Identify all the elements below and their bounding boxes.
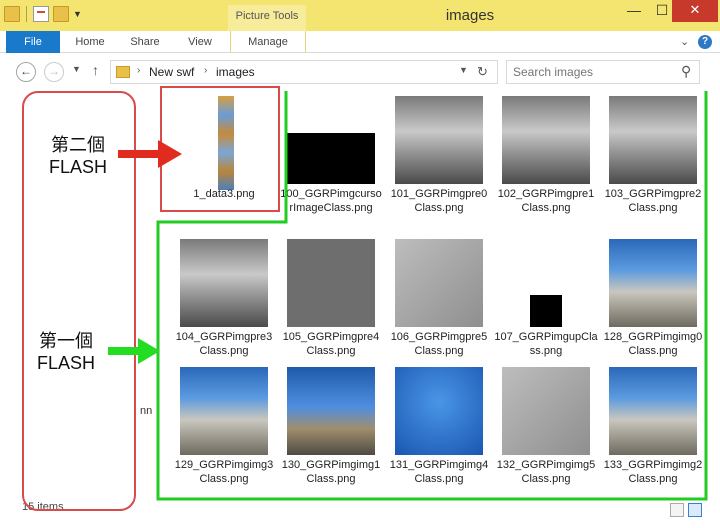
- breadcrumb-new-swf[interactable]: New swf: [149, 65, 194, 79]
- second-flash-label: 第二個 FLASH: [38, 131, 118, 178]
- refresh-icon[interactable]: ↻: [477, 64, 488, 80]
- title-bar: ▼ Picture Tools images — ☐ ✕: [0, 0, 720, 31]
- quick-access-toolbar: ▼: [4, 6, 82, 22]
- help-icon[interactable]: ?: [698, 35, 712, 49]
- large-icons-view-icon[interactable]: [688, 503, 702, 517]
- first-flash-label-line2: FLASH: [36, 353, 96, 373]
- second-flash-label-line1: 第二個: [51, 135, 105, 155]
- folder-icon: [116, 66, 130, 78]
- breadcrumb-separator[interactable]: ›: [137, 65, 140, 76]
- forward-arrow-icon[interactable]: →: [44, 62, 64, 82]
- properties-icon[interactable]: [33, 6, 49, 22]
- close-button[interactable]: ✕: [672, 0, 718, 22]
- tab-manage[interactable]: Manage: [230, 31, 306, 53]
- second-flash-label-line2: FLASH: [48, 157, 108, 177]
- address-bar[interactable]: › New swf › images ▼ ↻: [110, 60, 498, 84]
- expand-ribbon-icon[interactable]: ⌄: [680, 35, 689, 48]
- address-dropdown-icon[interactable]: ▼: [459, 65, 468, 75]
- green-arrow-icon: [108, 338, 160, 364]
- context-tab-group-label: Picture Tools: [228, 5, 306, 31]
- breadcrumb-images[interactable]: images: [216, 65, 255, 79]
- file-view: 1_data3.png 100_GGRPimgcursorImageClass.…: [0, 86, 720, 528]
- tab-file[interactable]: File: [6, 31, 60, 53]
- search-input[interactable]: [513, 64, 673, 80]
- tab-share[interactable]: Share: [122, 31, 168, 53]
- search-box[interactable]: ⚲: [506, 60, 700, 84]
- tab-view[interactable]: View: [178, 31, 222, 53]
- red-arrow-icon: [118, 140, 182, 168]
- new-folder-icon[interactable]: [53, 6, 69, 22]
- customize-qat-icon[interactable]: ▼: [73, 9, 82, 19]
- minimize-button[interactable]: —: [622, 0, 646, 22]
- first-flash-label-line1: 第一個: [39, 331, 93, 351]
- recent-locations-icon[interactable]: ▼: [72, 64, 81, 74]
- breadcrumb-separator[interactable]: ›: [204, 65, 207, 76]
- window-title: images: [445, 7, 495, 24]
- divider: [26, 6, 27, 22]
- first-flash-label: 第一個 FLASH: [26, 327, 106, 374]
- address-row: ← → ▼ ↑ › New swf › images ▼ ↻ ⚲: [0, 53, 720, 91]
- ribbon-tabs: File Home Share View Manage ⌄ ?: [0, 31, 720, 53]
- details-view-icon[interactable]: [670, 503, 684, 517]
- search-icon[interactable]: ⚲: [681, 63, 691, 80]
- tab-home[interactable]: Home: [66, 31, 114, 53]
- maximize-button[interactable]: ☐: [650, 0, 674, 22]
- up-arrow-icon[interactable]: ↑: [92, 62, 99, 78]
- green-outline-path: [156, 91, 708, 501]
- folder-icon[interactable]: [4, 6, 20, 22]
- back-arrow-icon[interactable]: ←: [16, 62, 36, 82]
